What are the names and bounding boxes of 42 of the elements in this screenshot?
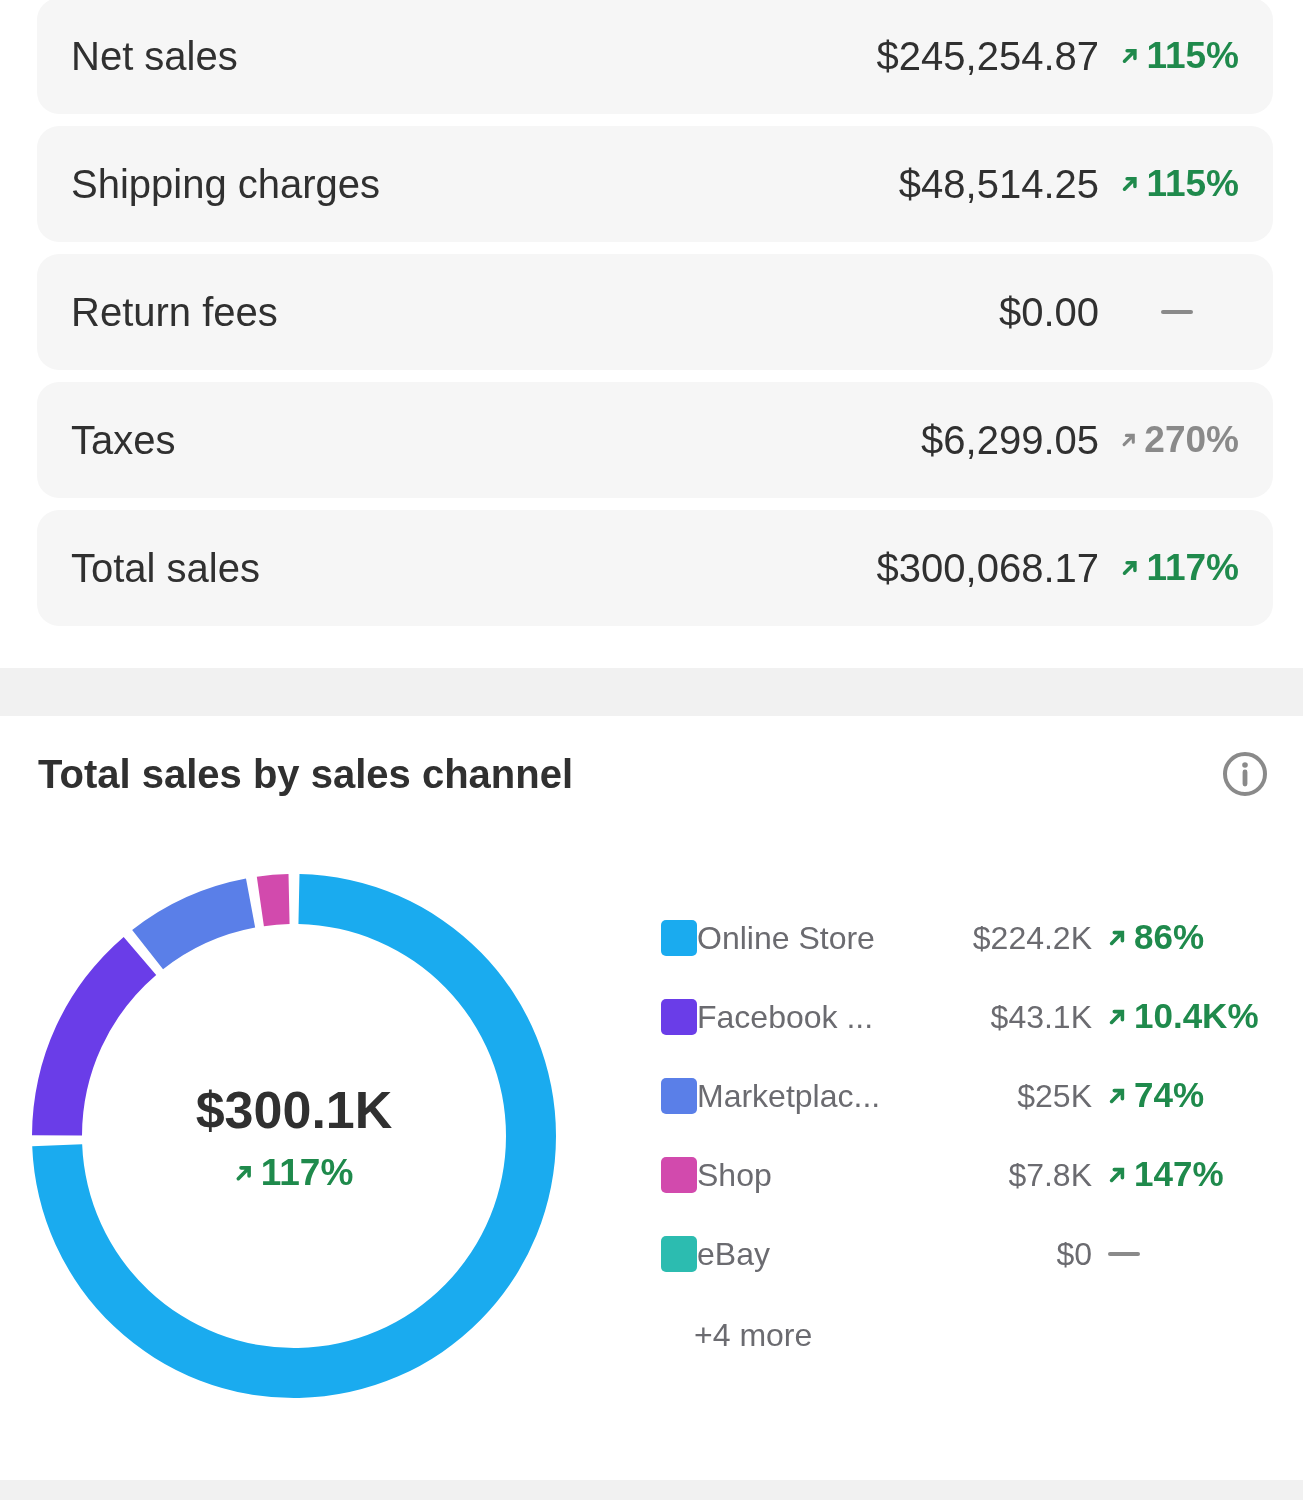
- trend-arrow-icon: [1108, 1086, 1126, 1105]
- row-value: $245,254.87: [876, 33, 1099, 80]
- trend-arrow-icon: [1121, 431, 1137, 449]
- channel-name: Marketplac...: [697, 1076, 882, 1116]
- row-value: $300,068.17: [876, 545, 1099, 592]
- donut-total: $300.1K: [195, 1080, 393, 1142]
- trend-arrow-icon: [1121, 175, 1139, 193]
- channel-value: $0: [1055, 1234, 1092, 1274]
- trend-percent: 117%: [260, 1151, 354, 1196]
- trend-arrow-icon: [1121, 47, 1139, 65]
- trend-arrow-icon: [1108, 928, 1126, 947]
- trend-arrow-icon: [234, 1164, 253, 1182]
- row-label: Taxes: [71, 417, 177, 464]
- trend-arrow-icon: [1108, 1007, 1126, 1026]
- trend-percent: 74%: [1134, 1074, 1205, 1117]
- row-value: $48,514.25: [898, 161, 1099, 208]
- row-value: $0.00: [998, 289, 1099, 336]
- row-label: Shipping charges: [71, 161, 382, 208]
- channel-name: Facebook ...: [697, 997, 875, 1037]
- trend-percent: 117%: [1146, 546, 1239, 591]
- trend-percent: 147%: [1134, 1153, 1224, 1196]
- more-link[interactable]: +4 more: [694, 1311, 1259, 1359]
- row-label: Return fees: [71, 289, 279, 336]
- trend-percent: 270%: [1144, 418, 1239, 463]
- channel-value: $7.8K: [1007, 1155, 1092, 1195]
- channel-name: Online Store: [697, 918, 876, 958]
- row-value: $6,299.05: [921, 417, 1099, 464]
- trend-percent: 115%: [1146, 34, 1239, 79]
- channel-value: $43.1K: [989, 997, 1092, 1037]
- trend-percent: 115%: [1146, 162, 1239, 207]
- channel-value: $25K: [1016, 1076, 1092, 1116]
- trend-percent: 10.4K%: [1134, 995, 1259, 1038]
- channel-value: $224.2K: [971, 918, 1092, 958]
- card-title: Total sales by sales channel: [38, 751, 574, 798]
- trend-arrow-icon: [1121, 559, 1139, 577]
- channel-name: Shop: [697, 1155, 773, 1195]
- trend-arrow-icon: [1108, 1165, 1126, 1184]
- info-icon[interactable]: [1221, 750, 1269, 798]
- trend-percent: 86%: [1134, 916, 1205, 959]
- row-label: Net sales: [71, 33, 239, 80]
- channel-name: eBay: [697, 1234, 771, 1274]
- row-label: Total sales: [71, 545, 261, 592]
